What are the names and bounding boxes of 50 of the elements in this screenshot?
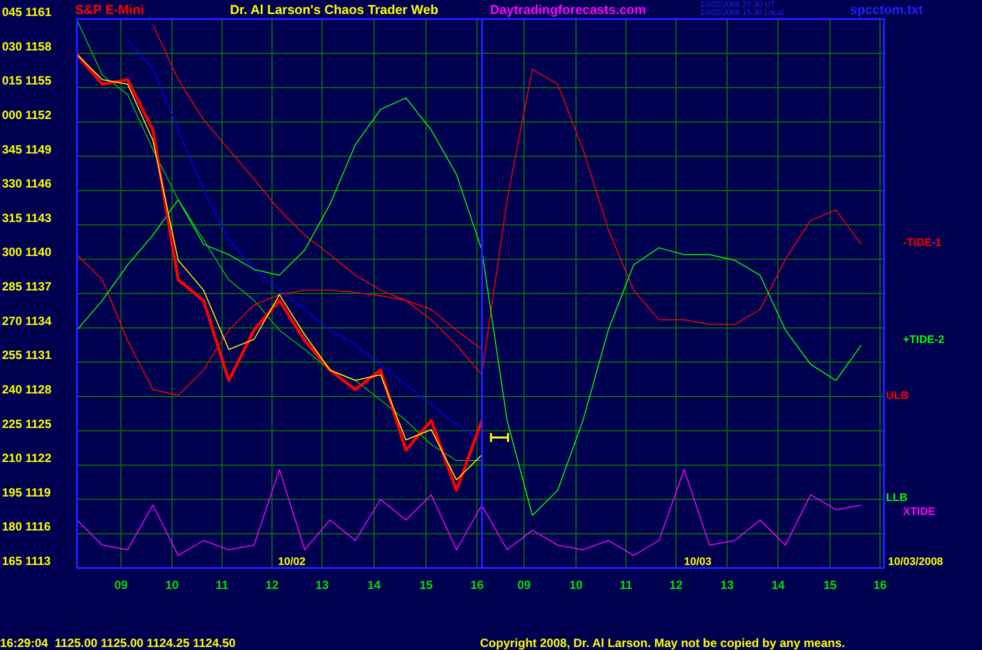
line-label: LLB bbox=[886, 492, 908, 504]
y-axis-label: 285 1137 bbox=[2, 280, 52, 294]
line-label: ULB bbox=[886, 390, 909, 402]
y-axis-label: 210 1122 bbox=[2, 451, 52, 466]
x-axis-label: 12 bbox=[669, 578, 683, 592]
x-axis-label: 14 bbox=[367, 578, 381, 592]
x-axis-label: 15 bbox=[419, 578, 433, 592]
y-axis-label: 015 1155 bbox=[2, 74, 52, 88]
x-axis-label: 15 bbox=[823, 578, 837, 592]
file-name: spcctom.txt bbox=[850, 2, 923, 16]
symbol-title: S&P E-Mini bbox=[75, 2, 146, 16]
y-axis-label: 270 1134 bbox=[2, 314, 52, 328]
copyright-text: Copyright 2008, Dr. Al Larson. May not be copied by any means. bbox=[480, 636, 845, 650]
x-axis-label: 12 bbox=[265, 578, 279, 592]
y-axis-label: 165 1113 bbox=[2, 554, 51, 568]
y-axis-label: 195 1119 bbox=[2, 485, 51, 500]
y-axis-label: 000 1152 bbox=[2, 108, 52, 122]
y-axis-label: 300 1140 bbox=[2, 245, 52, 260]
x-axis-label: 16 bbox=[873, 578, 887, 592]
x-axis-label: 14 bbox=[771, 578, 785, 592]
y-axis-label: 180 1116 bbox=[2, 520, 51, 534]
y-axis-label: 045 1161 bbox=[2, 5, 52, 19]
date-label: 10/03/2008 bbox=[888, 556, 944, 568]
line-label: +TIDE-2 bbox=[903, 334, 944, 346]
site-link[interactable]: Daytradingforecasts.com bbox=[490, 2, 700, 16]
line-label: XTIDE bbox=[903, 506, 936, 518]
date-label: 10/03 bbox=[684, 556, 712, 568]
site-title: Dr. Al Larson's Chaos Trader Web bbox=[230, 2, 440, 16]
y-axis-label: 315 1143 bbox=[2, 210, 52, 225]
x-axis-label: 11 bbox=[216, 578, 228, 592]
y-axis-label: 345 1149 bbox=[2, 142, 52, 156]
timestamp: 10/02/2008 20:30 UT bbox=[700, 1, 776, 9]
projection-marker-icon bbox=[490, 432, 509, 443]
timestamp: 10/02/2008 15:30 Local bbox=[700, 9, 785, 17]
date-label: 10/02 bbox=[278, 556, 306, 568]
x-axis-label: 09 bbox=[114, 578, 128, 592]
quote-readout: 16:29:04 1125.00 1125.00 1124.25 1124.50 bbox=[0, 636, 237, 650]
y-axis-label: 240 1128 bbox=[2, 382, 52, 396]
x-axis-label: 16 bbox=[470, 578, 484, 592]
x-axis-label: 10 bbox=[569, 578, 583, 592]
y-axis-label: 330 1146 bbox=[2, 176, 52, 191]
y-axis-label: 225 1125 bbox=[2, 416, 52, 431]
y-axis-label: 255 1131 bbox=[2, 348, 52, 362]
x-axis-label: 13 bbox=[315, 578, 329, 592]
y-axis-label: 030 1158 bbox=[2, 39, 52, 54]
x-axis-label: 13 bbox=[720, 578, 734, 592]
line-label: -TIDE-1 bbox=[903, 237, 942, 249]
x-axis-label: 11 bbox=[620, 578, 632, 592]
x-axis-label: 10 bbox=[165, 578, 179, 592]
x-axis-label: 09 bbox=[517, 578, 531, 592]
